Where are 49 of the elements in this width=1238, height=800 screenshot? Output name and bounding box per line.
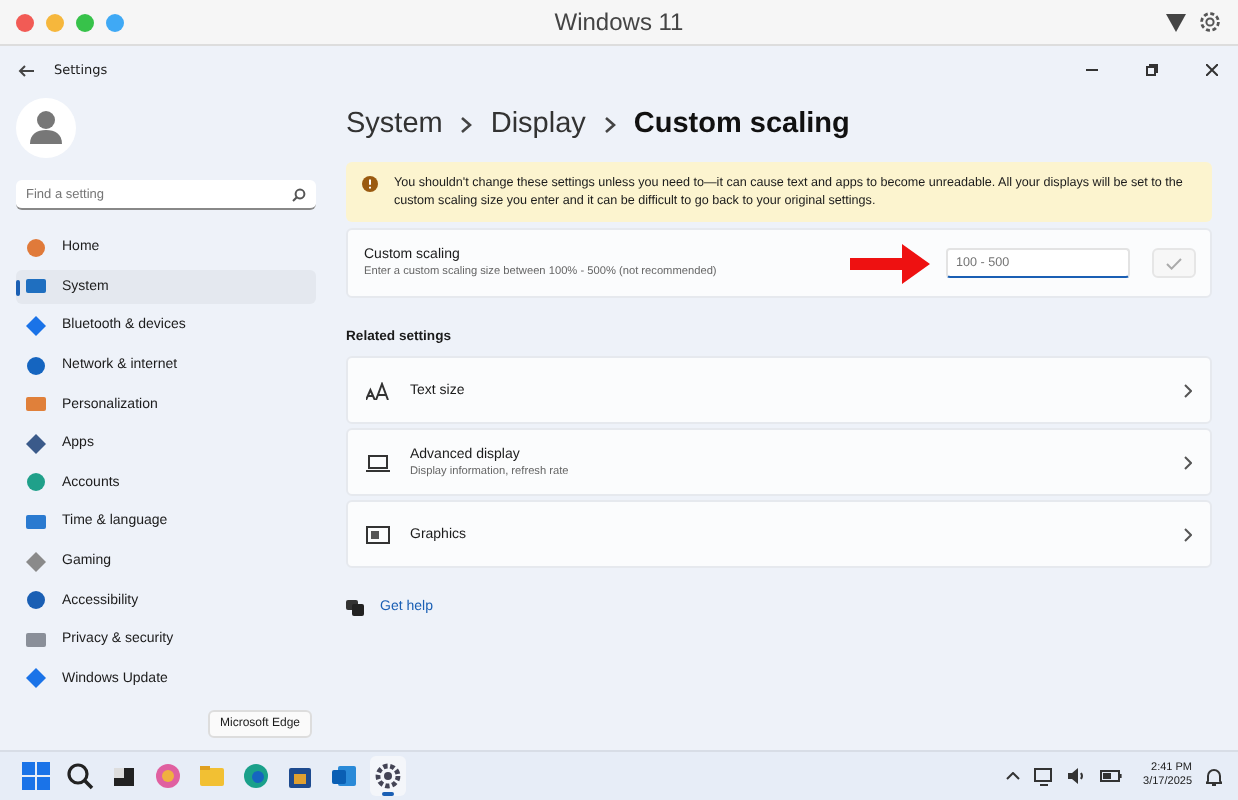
nav-icon [26,394,46,415]
search-icon [292,188,306,202]
notification-icon[interactable] [1206,767,1222,785]
chevron-icon [1184,383,1192,398]
breadcrumb-item: Custom scaling [633,108,850,140]
minimize-icon[interactable] [1086,68,1098,72]
taskbar-app[interactable] [370,756,406,796]
nav-icon [26,511,46,532]
close-icon[interactable] [1206,64,1218,76]
back-icon[interactable] [18,63,34,77]
nav-icon [26,237,46,258]
mail-icon [330,762,358,790]
nav-icon [26,433,46,454]
nav-icon [26,315,46,336]
breadcrumb-item[interactable]: Display [490,108,586,140]
chevron-icon [460,115,473,133]
gear-icon [374,762,402,790]
settings-icon[interactable] [1198,10,1222,34]
avatar-icon[interactable] [16,98,76,158]
search-icon [66,762,94,790]
start-icon [22,762,50,790]
window-title: Windows 11 [554,8,684,36]
nav-icon [26,276,46,297]
window-icon [110,762,138,790]
breadcrumb-item[interactable]: System [346,108,443,140]
dropdown-icon[interactable] [1166,13,1186,31]
nav-icon [26,629,46,650]
nav-icon [26,355,46,376]
volume-icon[interactable] [1067,768,1086,784]
nav-icon [26,551,46,572]
warning-icon [362,176,378,192]
nav-icon [26,590,46,611]
arrow-icon [850,243,930,284]
swirl-icon [154,762,182,790]
chevron-icon [1184,455,1192,470]
graphics-icon [366,525,390,544]
chevron-icon [1184,527,1192,542]
text-size-icon [366,381,390,400]
restore-icon[interactable] [1146,64,1158,76]
chevron-icon [603,115,616,133]
battery-icon[interactable] [1099,770,1122,782]
chevron-up-icon[interactable] [1005,772,1020,780]
check-icon [1166,257,1182,270]
laptop-icon [366,453,390,472]
close-light[interactable] [16,13,34,31]
nav-icon [26,472,46,493]
folder-icon [198,762,226,790]
help-icon [346,598,364,617]
nav-icon [26,668,46,689]
